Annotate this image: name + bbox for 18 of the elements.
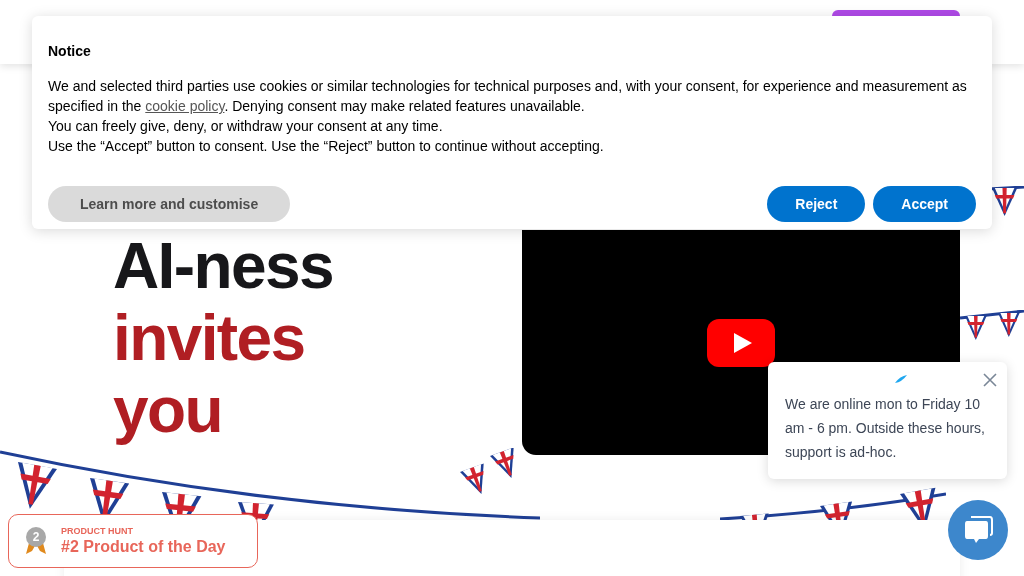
headline: AI-ness: [113, 230, 334, 302]
badge-label: PRODUCT HUNT: [61, 525, 134, 537]
notice-text: We and selected third parties use cookies or similar technologies for technical purposes and, with your consent, for experience and measurement as specified in the cookie policy. Denying consent may make related features unavailable.: [48, 77, 968, 116]
chat-message: We are online mon to Friday 10 am - 6 pm. Outside these hours, support is ad-hoc.: [785, 395, 986, 462]
notice-text: You can freely give, deny, or withdraw your consent at any time.: [48, 117, 444, 136]
consent-button[interactable]: Reject: [767, 186, 866, 222]
consent-button[interactable]: Accept: [873, 186, 976, 222]
notice-text: Use the “Accept” button to consent. Use the “Reject” button to continue without accepting.: [48, 137, 605, 156]
feather-icon: [894, 374, 908, 384]
badge-title: #2 Product of the Day: [61, 537, 226, 557]
chat-button[interactable]: [948, 500, 1008, 560]
notice-title: Notice: [48, 42, 92, 60]
play-icon[interactable]: [707, 318, 775, 367]
customise-button[interactable]: Learn more and customise: [48, 186, 291, 222]
chat-bubble-icon: [963, 515, 993, 545]
headline: invites: [113, 302, 306, 374]
close-icon[interactable]: [983, 373, 997, 387]
headline: you: [113, 374, 223, 446]
